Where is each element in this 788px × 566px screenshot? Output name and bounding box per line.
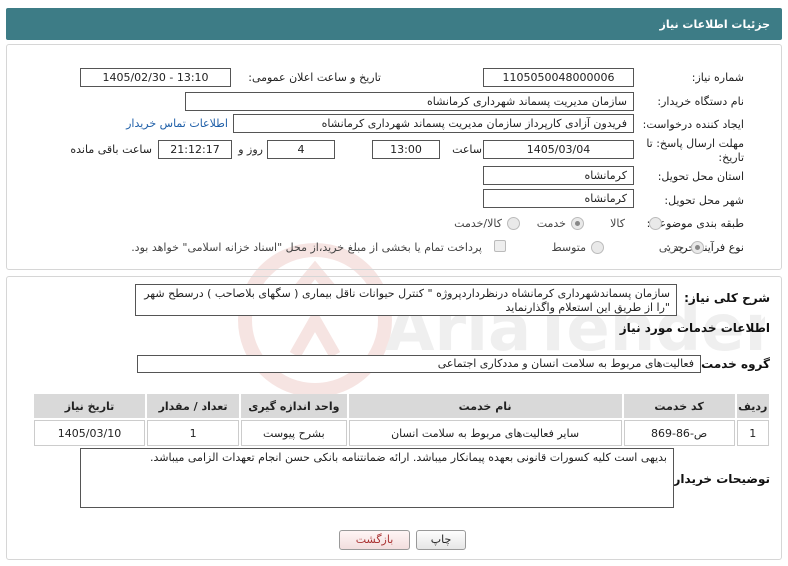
city-label: شهر محل تحویل: [664,194,744,207]
deadline-time-field: 13:00 [372,140,440,159]
category-option-service: خدمت [536,217,566,230]
treasury-payment-checkbox[interactable] [494,240,506,252]
page-title: جزئیات اطلاعات نیاز [6,8,782,40]
category-option-goods-service: کالا/خدمت [454,217,502,230]
service-group-label: گروه خدمت: [696,357,770,371]
announce-datetime-field: 1405/02/30 - 13:10 [80,68,231,87]
buyer-org-field: سازمان مدیریت پسماند شهرداری کرمانشاه [185,92,634,111]
services-table-header: ردیف کد خدمت نام خدمت واحد اندازه گیری ت… [34,394,769,418]
buyer-contact-link[interactable]: اطلاعات تماس خریدار [126,117,228,130]
process-radio-minor[interactable] [691,241,704,254]
summary-label: شرح کلی نیاز: [684,291,770,305]
announce-datetime-label: تاریخ و ساعت اعلان عمومی: [248,71,381,84]
back-button[interactable]: بازگشت [339,530,410,550]
treasury-payment-note: پرداخت تمام یا بخشی از مبلغ خرید،از محل … [131,241,482,254]
process-option-minor: جزیی [658,241,684,254]
col-unit: واحد اندازه گیری [241,394,347,418]
need-number-field: 1105050048000006 [483,68,634,87]
col-service-name: نام خدمت [348,394,622,418]
cell-quantity: 1 [147,420,240,446]
col-need-date: تاریخ نیاز [34,394,146,418]
col-row: ردیف [736,394,769,418]
service-group-field: فعالیت‌های مربوط به سلامت انسان و مددکار… [137,355,701,373]
cell-service-name: سایر فعالیت‌های مربوط به سلامت انسان [348,420,622,446]
cell-unit: بشرح پیوست [241,420,347,446]
services-table: ردیف کد خدمت نام خدمت واحد اندازه گیری ت… [32,392,771,448]
col-quantity: تعداد / مقدار [147,394,240,418]
requester-field: فریدون آزادی کارپرداز سازمان مدیریت پسما… [233,114,634,133]
category-radio-service[interactable] [571,217,584,230]
cell-service-code: ص-86-869 [623,420,735,446]
remaining-label: ساعت باقی مانده [70,143,152,156]
buyer-org-label: نام دستگاه خریدار: [657,95,744,108]
cell-need-date: 1405/03/10 [34,420,146,446]
deadline-time-label: ساعت [452,143,482,156]
deadline-label-line1: مهلت ارسال پاسخ: تا [646,137,744,150]
cell-row: 1 [736,420,769,446]
category-option-goods: کالا [610,217,625,230]
province-label: استان محل تحویل: [657,170,744,183]
days-label: روز و [238,143,263,156]
city-field: کرمانشاه [483,189,634,208]
need-number-label: شماره نیاز: [691,71,744,84]
table-row: 1 ص-86-869 سایر فعالیت‌های مربوط به سلام… [34,420,769,446]
buyer-notes-label: توضیحات خریدار: [668,472,770,486]
days-field: 4 [267,140,335,159]
print-button[interactable]: چاپ [416,530,466,550]
requester-label: ایجاد کننده درخواست: [642,118,744,131]
remaining-time-field: 21:12:17 [158,140,232,159]
category-radio-goods-service[interactable] [507,217,520,230]
category-radio-goods[interactable] [649,217,662,230]
buyer-notes-textarea[interactable]: بدیهی است کلیه کسورات قانونی بعهده پیمان… [80,448,674,508]
province-field: کرمانشاه [483,166,634,185]
deadline-label-line2: تاریخ: [718,151,744,164]
deadline-date-field: 1405/03/04 [483,140,634,159]
summary-textarea[interactable]: سازمان پسماندشهرداری کرمانشاه درنظرداردپ… [135,284,677,316]
services-section-title: اطلاعات خدمات مورد نیاز [619,321,770,335]
col-service-code: کد خدمت [623,394,735,418]
process-radio-medium[interactable] [591,241,604,254]
process-option-medium: متوسط [551,241,586,254]
